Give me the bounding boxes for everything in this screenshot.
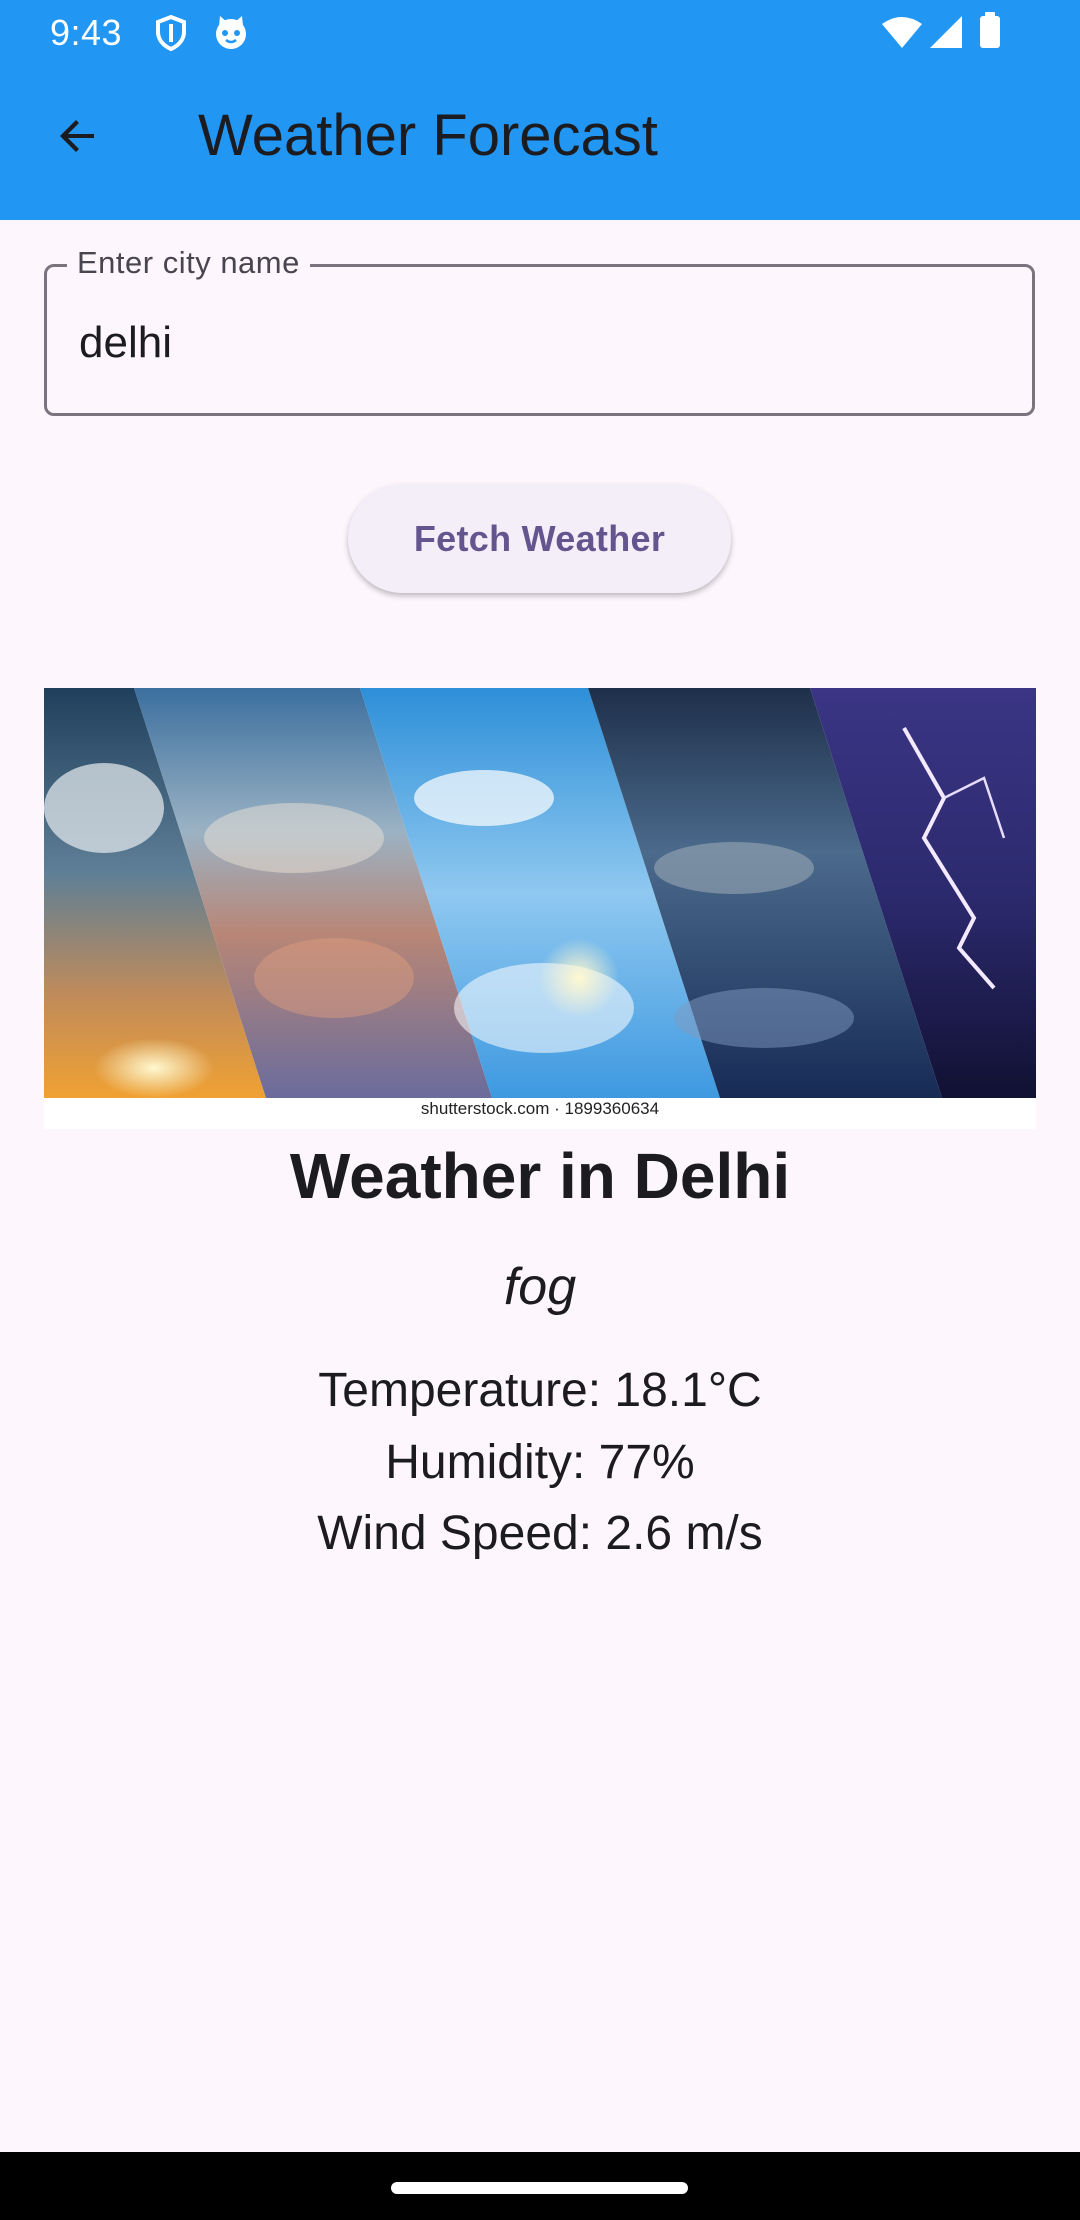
status-time: 9:43: [50, 12, 123, 53]
weather-collage-image: shutterstock.com · 1899360634: [44, 688, 1036, 1129]
city-input[interactable]: delhi: [79, 317, 172, 369]
battery-icon: [978, 12, 1002, 55]
weather-title: Weather in Delhi: [289, 1140, 791, 1212]
page-title: Weather Forecast: [198, 103, 658, 168]
cell-signal-icon: [928, 16, 964, 55]
temperature-text: Temperature: 18.1°C: [318, 1364, 762, 1417]
app-bar: Weather Forecast: [0, 66, 1080, 220]
weather-collage-graphic: [44, 688, 1036, 1098]
back-button[interactable]: [42, 100, 114, 172]
cat-face-icon: [212, 14, 250, 57]
city-input-field[interactable]: Enter city name delhi: [44, 243, 1035, 416]
weather-description: fog: [503, 1258, 577, 1316]
wind-speed-text: Wind Speed: 2.6 m/s: [317, 1507, 763, 1560]
arrow-back-icon: [60, 120, 94, 152]
wifi-icon: [880, 16, 924, 55]
shield-icon: [154, 14, 188, 57]
image-credit: shutterstock.com · 1899360634: [420, 1099, 660, 1118]
home-gesture-handle[interactable]: [391, 2182, 688, 2194]
humidity-text: Humidity: 77%: [385, 1436, 695, 1489]
navigation-bar: [0, 2152, 1080, 2220]
status-bar: 9:43: [0, 0, 1080, 66]
fetch-weather-button[interactable]: Fetch Weather: [348, 484, 731, 593]
city-input-label: Enter city name: [67, 243, 310, 283]
